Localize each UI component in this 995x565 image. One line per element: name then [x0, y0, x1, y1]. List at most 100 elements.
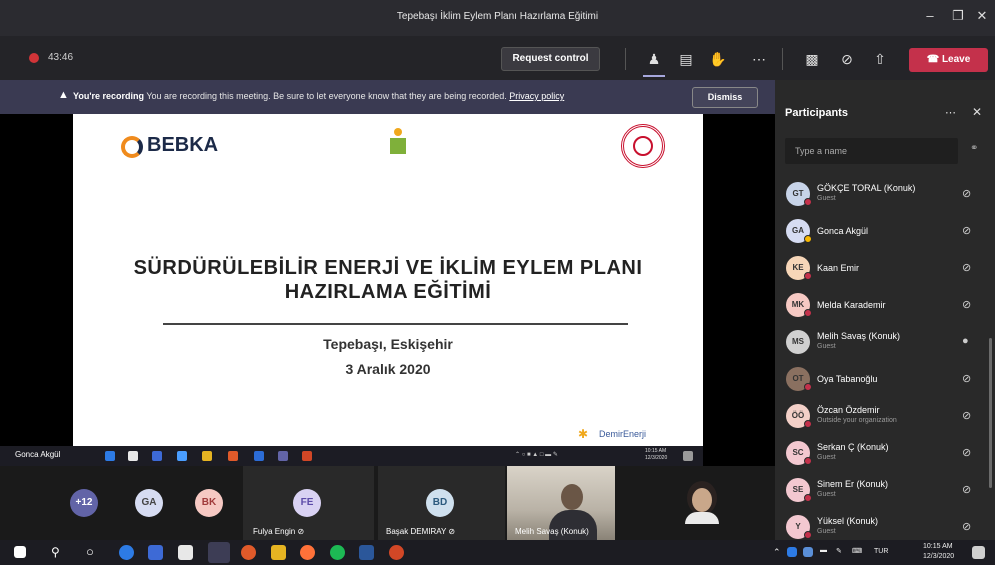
participant-name: Yüksel (Konuk) [817, 516, 879, 526]
participant-video-head [561, 484, 583, 510]
presence-status-icon [804, 235, 812, 243]
participant-role: Guest [817, 343, 836, 350]
word-icon [254, 451, 264, 461]
language-indicator[interactable]: TUR [874, 548, 888, 555]
word-icon[interactable] [359, 545, 374, 560]
participants-icon[interactable]: ♟ [643, 48, 665, 70]
dismiss-button[interactable]: Dismiss [692, 87, 758, 108]
mic-off-icon[interactable]: ⊘ [962, 483, 971, 496]
participant-name: Fulya Engin ⊘ [253, 527, 305, 536]
outlook-icon[interactable] [148, 545, 163, 560]
keyboard-icon[interactable]: ⌨ [852, 547, 862, 555]
file-explorer-icon[interactable] [271, 545, 286, 560]
firefox-icon[interactable] [300, 545, 315, 560]
participant-row[interactable]: MS Melih Savaş (Konuk) Guest ● [775, 324, 987, 361]
outlook-icon [152, 451, 162, 461]
maximize-icon[interactable]: ❐ [948, 8, 968, 24]
clock-date[interactable]: 12/3/2020 [923, 553, 954, 560]
shared-time: 10:15 AM [645, 448, 667, 454]
participant-name: Kaan Emir [817, 263, 860, 273]
slide-title-line2: HAZIRLAMA EĞİTİMİ [284, 281, 492, 303]
participant-name: Melih Savaş (Konuk) [515, 527, 589, 536]
spotify-icon[interactable] [330, 545, 345, 560]
participant-row[interactable]: OT Oya Tabanoğlu ⊘ [775, 361, 987, 398]
participant-row[interactable]: MK Melda Karademir ⊘ [775, 287, 987, 324]
mic-off-icon[interactable]: ⊘ [836, 48, 858, 70]
teams-icon[interactable] [208, 542, 230, 563]
pen-icon[interactable]: ✎ [836, 547, 842, 555]
close-icon[interactable]: ✕ [972, 8, 992, 24]
request-control-button[interactable]: Request control [501, 47, 600, 71]
demirenerji-logo-icon: ✱ [578, 427, 589, 441]
notifications-icon[interactable] [972, 546, 985, 559]
windows-start-icon[interactable] [14, 546, 26, 558]
scrollbar[interactable] [989, 338, 992, 488]
participant-name: Oya Tabanoğlu [817, 374, 878, 384]
powerpoint-icon[interactable] [389, 545, 404, 560]
explorer-icon [202, 451, 212, 461]
teams-icon [278, 451, 288, 461]
network-icon[interactable]: ▬ [820, 547, 827, 554]
store-icon[interactable] [178, 545, 193, 560]
mic-on-icon[interactable]: ● [962, 335, 969, 347]
participant-role: Guest [817, 454, 836, 461]
share-invite-icon[interactable]: ⚭ [970, 143, 978, 154]
chrome-icon[interactable] [241, 545, 256, 560]
participant-tile[interactable]: FE Fulya Engin ⊘ [243, 466, 374, 540]
participant-row[interactable]: ÖÖ Özcan Özdemir Outside your organization… [775, 398, 987, 435]
mic-off-icon[interactable]: ⊘ [962, 446, 971, 459]
leave-label: Leave [941, 54, 971, 65]
mic-off-icon[interactable]: ⊘ [962, 372, 971, 385]
overflow-participants-button[interactable]: +12 [70, 489, 98, 517]
shared-taskbar: Gonca Akgül ⌃ ○ ■ ▲ □ ▬ ✎ 10:15 AM 12/3/… [0, 446, 703, 466]
mic-off-icon[interactable]: ⊘ [962, 187, 971, 200]
participant-row[interactable]: SE Sinem Er (Konuk) Guest ⊘ [775, 472, 987, 509]
mail-icon [177, 451, 187, 461]
participant-video-body [685, 512, 719, 524]
participant-row[interactable]: GA Gonca Akgül ⊘ [775, 213, 987, 250]
chat-icon[interactable]: ▤ [675, 48, 697, 70]
more-options-icon[interactable]: ⋯ [945, 106, 956, 119]
mic-off-icon[interactable]: ⊘ [962, 409, 971, 422]
toolbar-divider [625, 48, 626, 70]
tray-app-icon[interactable] [803, 547, 813, 557]
participant-tile[interactable]: BD Başak DEMIRAY ⊘ [378, 466, 505, 540]
participant-video-tile[interactable]: Melih Savaş (Konuk) [507, 466, 615, 540]
participant-video-tile[interactable] [617, 466, 775, 540]
mic-off-icon[interactable]: ⊘ [962, 224, 971, 237]
recording-text: You are recording this meeting. Be sure … [146, 91, 507, 101]
leave-button[interactable]: ☎ Leave [909, 48, 988, 72]
presence-status-icon [804, 272, 812, 280]
recording-icon [29, 53, 39, 63]
window-title: Tepebaşı İklim Eylem Planı Hazırlama Eği… [396, 11, 599, 22]
participant-role: Guest [817, 491, 836, 498]
clock-time[interactable]: 10:15 AM [923, 543, 953, 550]
powerpoint-icon [302, 451, 312, 461]
raise-hand-icon[interactable]: ✋ [707, 48, 729, 70]
participant-name: Başak DEMIRAY ⊘ [386, 527, 456, 536]
participant-row[interactable]: KE Kaan Emir ⊘ [775, 250, 987, 287]
participant-role: Guest [817, 195, 836, 202]
tray-chevron-icon[interactable]: ⌃ [773, 547, 781, 558]
search-icon[interactable]: ⚲ [51, 545, 60, 559]
bebka-logo-mark [121, 136, 143, 158]
mic-off-icon[interactable]: ⊘ [962, 261, 971, 274]
close-panel-icon[interactable]: ✕ [972, 105, 982, 119]
cortana-icon[interactable]: ○ [86, 544, 94, 559]
share-screen-icon[interactable]: ⇧ [869, 48, 891, 70]
participant-row[interactable]: SC Serkan Ç (Konuk) Guest ⊘ [775, 435, 987, 472]
privacy-policy-link[interactable]: Privacy policy [509, 91, 564, 101]
presentation-slide: BEBKA SÜRDÜRÜLEBİLİR ENERJİ VE İKLİM EYL… [73, 114, 703, 452]
participant-search-input[interactable] [785, 138, 958, 164]
participant-row[interactable]: GT GÖKÇE TORAL (Konuk) Guest ⊘ [775, 176, 987, 213]
edge-icon[interactable] [119, 545, 134, 560]
camera-off-icon[interactable]: ▩ [801, 48, 823, 70]
minimize-icon[interactable]: – [920, 8, 940, 23]
title-bar: Tepebaşı İklim Eylem Planı Hazırlama Eği… [0, 0, 995, 36]
notification-icon [683, 451, 693, 461]
mic-off-icon[interactable]: ⊘ [962, 298, 971, 311]
participant-name: Sinem Er (Konuk) [817, 479, 889, 489]
tray-app-icon[interactable] [787, 547, 797, 557]
mic-off-icon[interactable]: ⊘ [962, 520, 971, 533]
more-actions-icon[interactable]: ⋯ [748, 48, 770, 70]
